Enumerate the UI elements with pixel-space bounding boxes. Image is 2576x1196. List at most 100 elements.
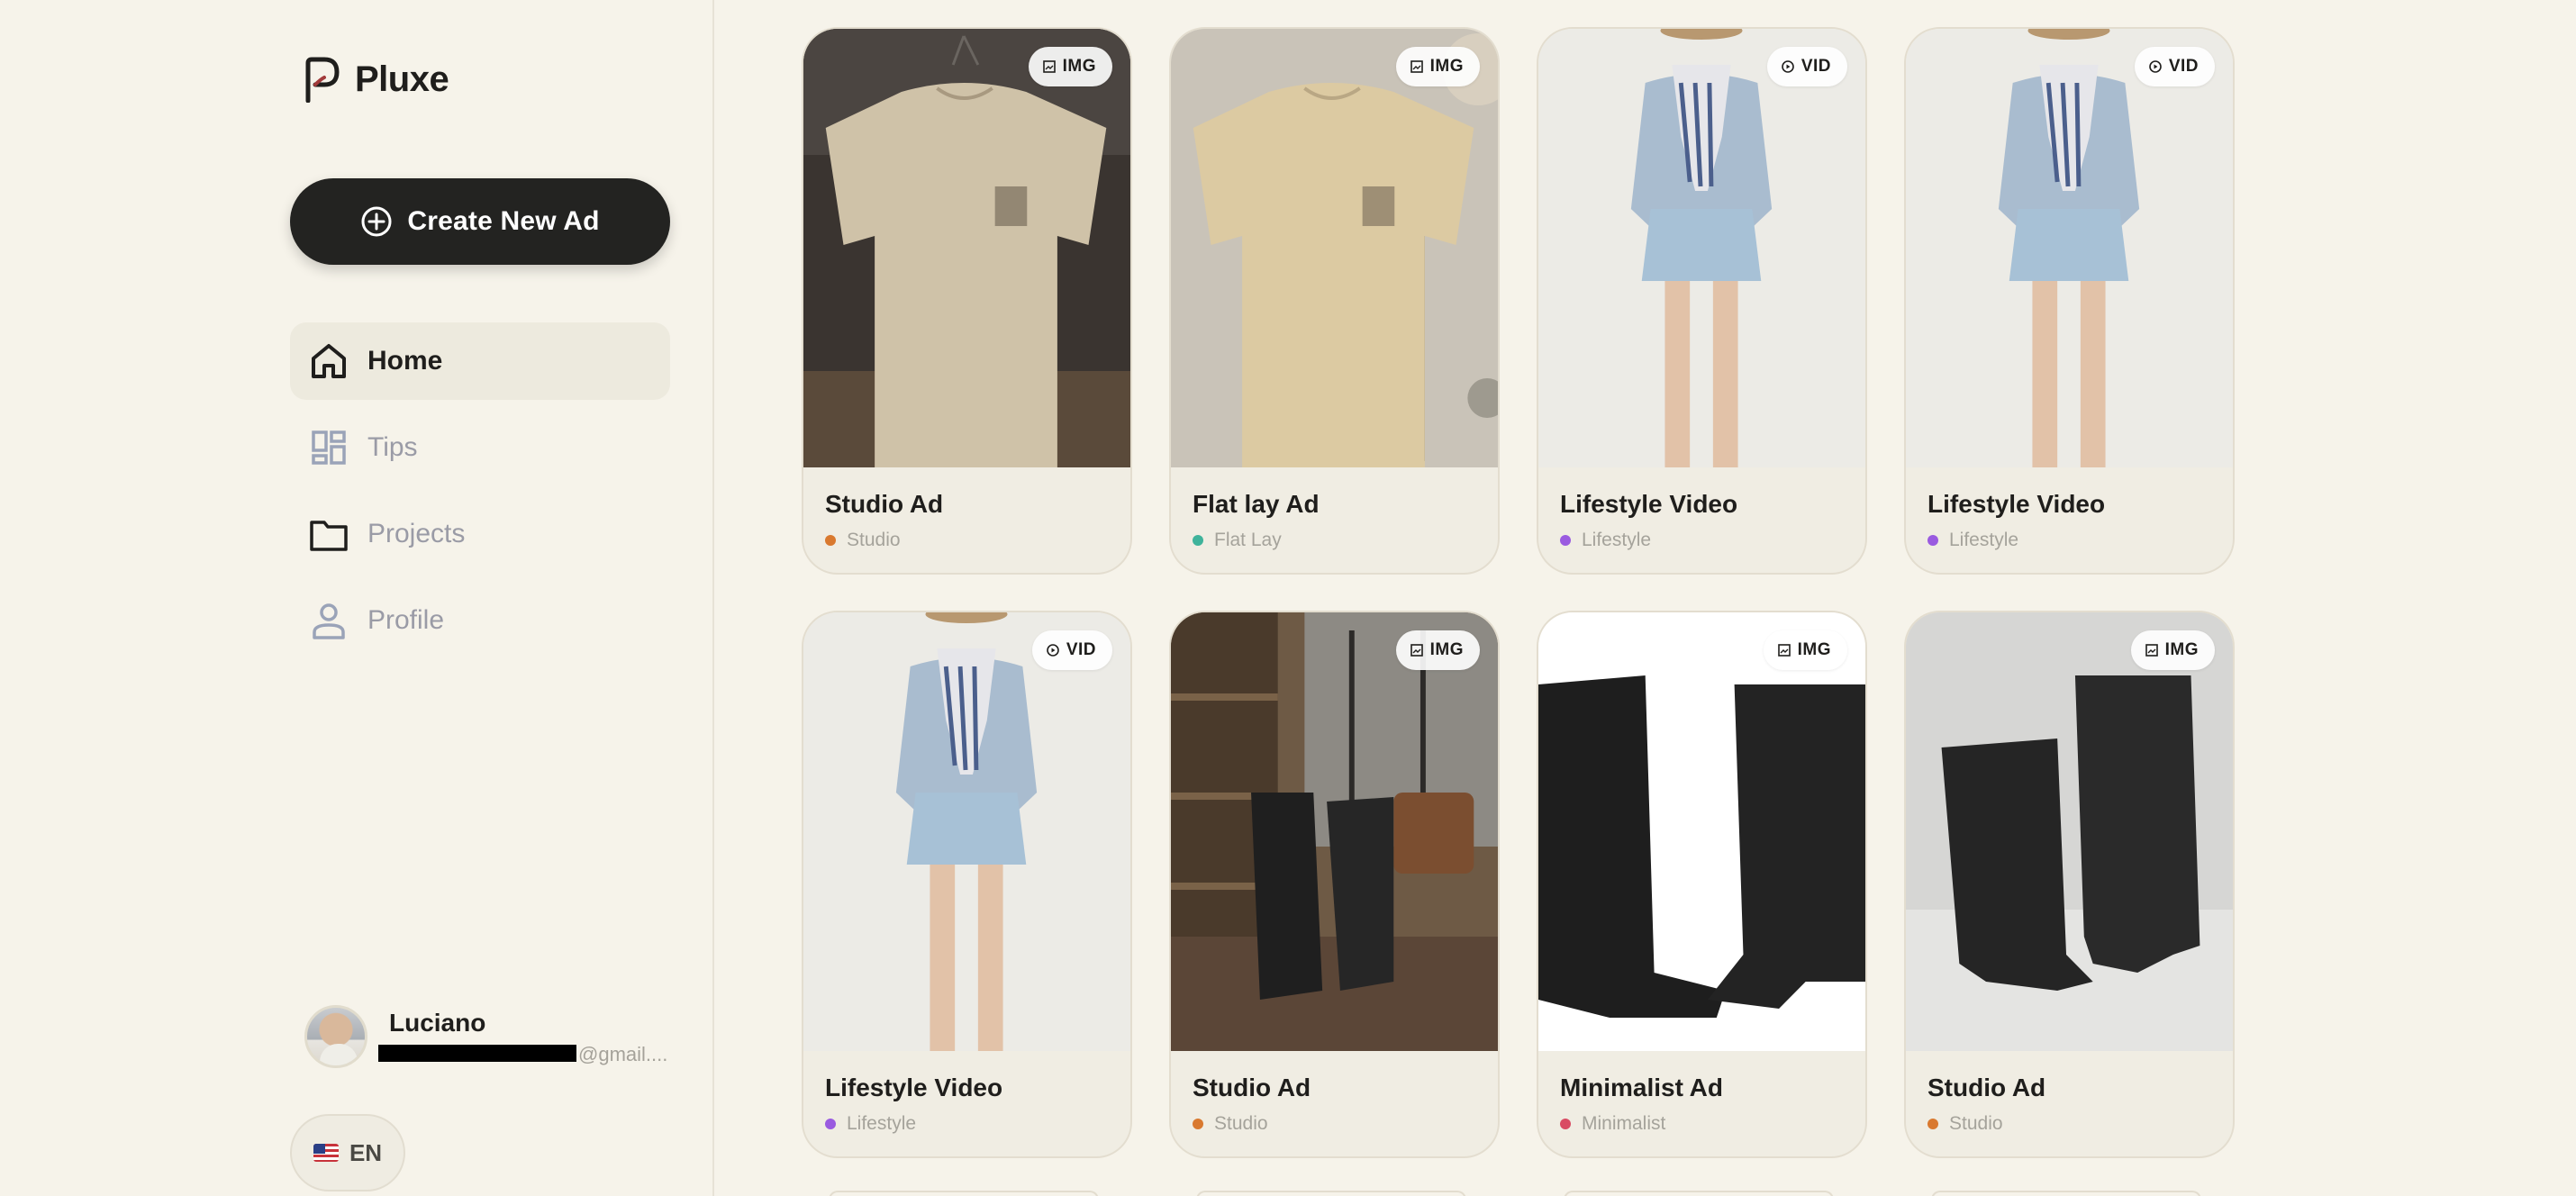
image-icon: [1410, 60, 1423, 73]
avatar: [304, 1005, 367, 1068]
tshirt-flatlay-photo: [1171, 29, 1498, 467]
category-label: Studio: [847, 530, 901, 550]
home-icon: [312, 344, 346, 378]
ad-thumbnail: IMG: [1171, 29, 1498, 467]
category-label: Studio: [1949, 1113, 2003, 1134]
card-category: Minimalist: [1560, 1113, 1665, 1135]
user-name: Luciano: [389, 1009, 486, 1037]
ad-card[interactable]: IMG Flat lay Ad Flat Lay: [1169, 27, 1500, 575]
image-icon: [2145, 644, 2158, 657]
ad-thumbnail: IMG: [1906, 612, 2233, 1051]
play-circle-icon: [1782, 60, 1794, 73]
card-category: Studio: [825, 530, 901, 551]
badge-label: IMG: [2164, 640, 2199, 659]
plus-circle-icon: [361, 206, 392, 237]
tshirt-photo: [803, 29, 1130, 467]
dashboard-icon: [312, 430, 346, 465]
card-category: Lifestyle: [1560, 530, 1651, 551]
badge-label: VID: [1066, 640, 1096, 659]
user-info: Luciano @gmail....: [378, 1005, 667, 1068]
create-new-ad-button[interactable]: Create New Ad: [290, 178, 670, 265]
card-title: Studio Ad: [825, 490, 944, 518]
badge-label: VID: [2168, 57, 2199, 76]
nav-item-home[interactable]: Home: [290, 322, 670, 400]
card-title: Minimalist Ad: [1560, 1074, 1723, 1101]
us-flag-icon: [313, 1144, 339, 1162]
card-peek: [1196, 1191, 1466, 1196]
ad-thumbnail: IMG: [1538, 612, 1865, 1051]
media-type-badge: IMG: [1395, 47, 1480, 86]
lifestyle-model-photo: [1906, 29, 2233, 467]
media-type-badge: IMG: [1763, 630, 1847, 670]
badge-label: IMG: [1797, 640, 1831, 659]
category-dot: [1193, 535, 1203, 546]
create-new-ad-label: Create New Ad: [407, 206, 600, 236]
nav-item-profile[interactable]: Profile: [290, 582, 670, 659]
category-label: Studio: [1214, 1113, 1268, 1134]
nav-item-projects[interactable]: Projects: [290, 495, 670, 573]
card-title: Studio Ad: [1927, 1074, 2046, 1101]
category-dot: [1193, 1119, 1203, 1129]
category-dot: [825, 535, 836, 546]
nav-label-projects: Projects: [367, 519, 466, 548]
media-type-badge: VID: [1031, 630, 1112, 670]
image-icon: [1410, 644, 1423, 657]
card-category: Flat Lay: [1193, 530, 1282, 551]
card-category: Lifestyle: [1927, 530, 2018, 551]
ad-card[interactable]: IMG Studio Ad Studio: [802, 27, 1132, 575]
category-label: Flat Lay: [1214, 530, 1282, 550]
category-label: Lifestyle: [1582, 530, 1652, 550]
play-circle-icon: [1047, 644, 1059, 657]
card-peek: [829, 1191, 1099, 1196]
badge-label: IMG: [1429, 57, 1464, 76]
ad-card[interactable]: IMG Studio Ad Studio: [1904, 611, 2235, 1158]
card-category: Studio: [1927, 1113, 2003, 1135]
app-logo[interactable]: Pluxe: [303, 56, 449, 103]
category-dot: [825, 1119, 836, 1129]
media-type-badge: IMG: [2130, 630, 2215, 670]
ad-thumbnail: IMG: [803, 29, 1130, 467]
nav-label-home: Home: [367, 346, 443, 376]
media-type-badge: VID: [1766, 47, 1847, 86]
language-selector[interactable]: EN: [290, 1114, 405, 1191]
image-icon: [1777, 644, 1791, 657]
pluxe-logo-icon: [305, 57, 340, 103]
person-icon: [313, 603, 345, 639]
category-dot: [1927, 1119, 1938, 1129]
media-type-badge: IMG: [1028, 47, 1112, 86]
user-account[interactable]: Luciano @gmail....: [304, 1005, 667, 1068]
category-dot: [1927, 535, 1938, 546]
boots-studio-photo: [1906, 612, 2233, 1051]
ad-thumbnail: VID: [1906, 29, 2233, 467]
media-type-badge: IMG: [1395, 630, 1480, 670]
card-title: Lifestyle Video: [825, 1074, 1003, 1101]
ad-card[interactable]: VID Lifestyle Video Lifestyle: [802, 611, 1132, 1158]
boots-white-photo: [1538, 612, 1865, 1051]
app-name: Pluxe: [355, 59, 449, 99]
card-title: Lifestyle Video: [1927, 490, 2106, 518]
category-label: Lifestyle: [1949, 530, 2019, 550]
card-title: Flat lay Ad: [1193, 490, 1320, 518]
media-type-badge: VID: [2134, 47, 2215, 86]
category-dot: [1560, 1119, 1571, 1129]
ad-thumbnail: VID: [1538, 29, 1865, 467]
badge-label: IMG: [1062, 57, 1096, 76]
ad-card[interactable]: VID Lifestyle Video Lifestyle: [1904, 27, 2235, 575]
nav-label-profile: Profile: [367, 605, 445, 635]
nav-item-tips[interactable]: Tips: [290, 409, 670, 486]
card-title: Lifestyle Video: [1560, 490, 1738, 518]
language-code: EN: [349, 1138, 383, 1166]
lifestyle-model-photo: [803, 612, 1130, 1051]
folder-icon: [310, 521, 348, 551]
ad-card[interactable]: IMG Minimalist Ad Minimalist: [1537, 611, 1867, 1158]
category-dot: [1560, 535, 1571, 546]
play-circle-icon: [2149, 60, 2162, 73]
badge-label: VID: [1800, 57, 1831, 76]
card-peek: [1564, 1191, 1834, 1196]
card-title: Studio Ad: [1193, 1074, 1311, 1101]
boots-interior-photo: [1171, 612, 1498, 1051]
ad-card[interactable]: VID Lifestyle Video Lifestyle: [1537, 27, 1867, 575]
badge-label: IMG: [1429, 640, 1464, 659]
card-category: Lifestyle: [825, 1113, 916, 1135]
ad-card[interactable]: IMG Studio Ad Studio: [1169, 611, 1500, 1158]
